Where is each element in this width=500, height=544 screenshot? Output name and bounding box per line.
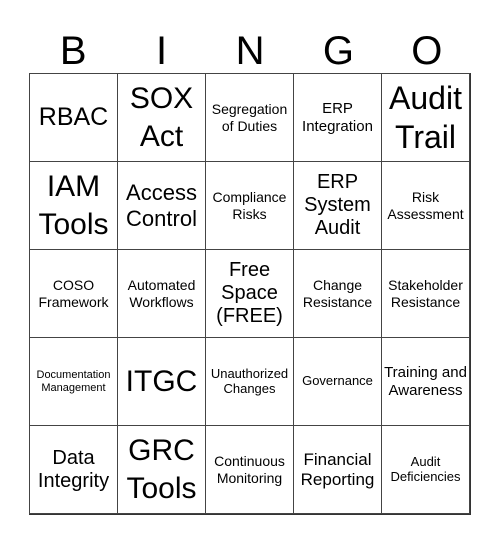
bingo-cell[interactable]: Data Integrity	[29, 425, 118, 514]
bingo-header: B I N G O	[29, 28, 471, 74]
bingo-cell[interactable]: Risk Assessment	[381, 161, 470, 250]
bingo-cell[interactable]: ITGC	[117, 337, 206, 426]
bingo-cell[interactable]: Access Control	[117, 161, 206, 250]
bingo-cell[interactable]: Continuous Monitoring	[205, 425, 294, 514]
bingo-cell[interactable]: Audit Trail	[381, 73, 470, 162]
bingo-cell[interactable]: ERP Integration	[293, 73, 382, 162]
bingo-cell[interactable]: COSO Framework	[29, 249, 118, 338]
bingo-cell[interactable]: GRC Tools	[117, 425, 206, 514]
bingo-cell[interactable]: Stakeholder Resistance	[381, 249, 470, 338]
free-space-cell[interactable]: Free Space (FREE)	[205, 249, 294, 338]
bingo-grid: RBAC SOX Act Segregation of Duties ERP I…	[29, 73, 471, 515]
header-letter: N	[235, 29, 265, 73]
bingo-cell[interactable]: RBAC	[29, 73, 118, 162]
header-letter: G	[322, 29, 354, 73]
header-letter: O	[411, 29, 443, 73]
bingo-cell[interactable]: Documentation Management	[29, 337, 118, 426]
bingo-cell[interactable]: Training and Awareness	[381, 337, 470, 426]
bingo-cell[interactable]: Change Resistance	[293, 249, 382, 338]
bingo-cell[interactable]: ERP System Audit	[293, 161, 382, 250]
bingo-cell[interactable]: IAM Tools	[29, 161, 118, 250]
bingo-cell[interactable]: Segregation of Duties	[205, 73, 294, 162]
bingo-cell[interactable]: Governance	[293, 337, 382, 426]
bingo-cell[interactable]: Financial Reporting	[293, 425, 382, 514]
header-letter: B	[59, 29, 87, 73]
bingo-cell[interactable]: Audit Deficiencies	[381, 425, 470, 514]
bingo-cell[interactable]: Unauthorized Changes	[205, 337, 294, 426]
bingo-cell[interactable]: SOX Act	[117, 73, 206, 162]
bingo-cell[interactable]: Automated Workflows	[117, 249, 206, 338]
bingo-cell[interactable]: Compliance Risks	[205, 161, 294, 250]
header-letter: I	[156, 29, 168, 73]
